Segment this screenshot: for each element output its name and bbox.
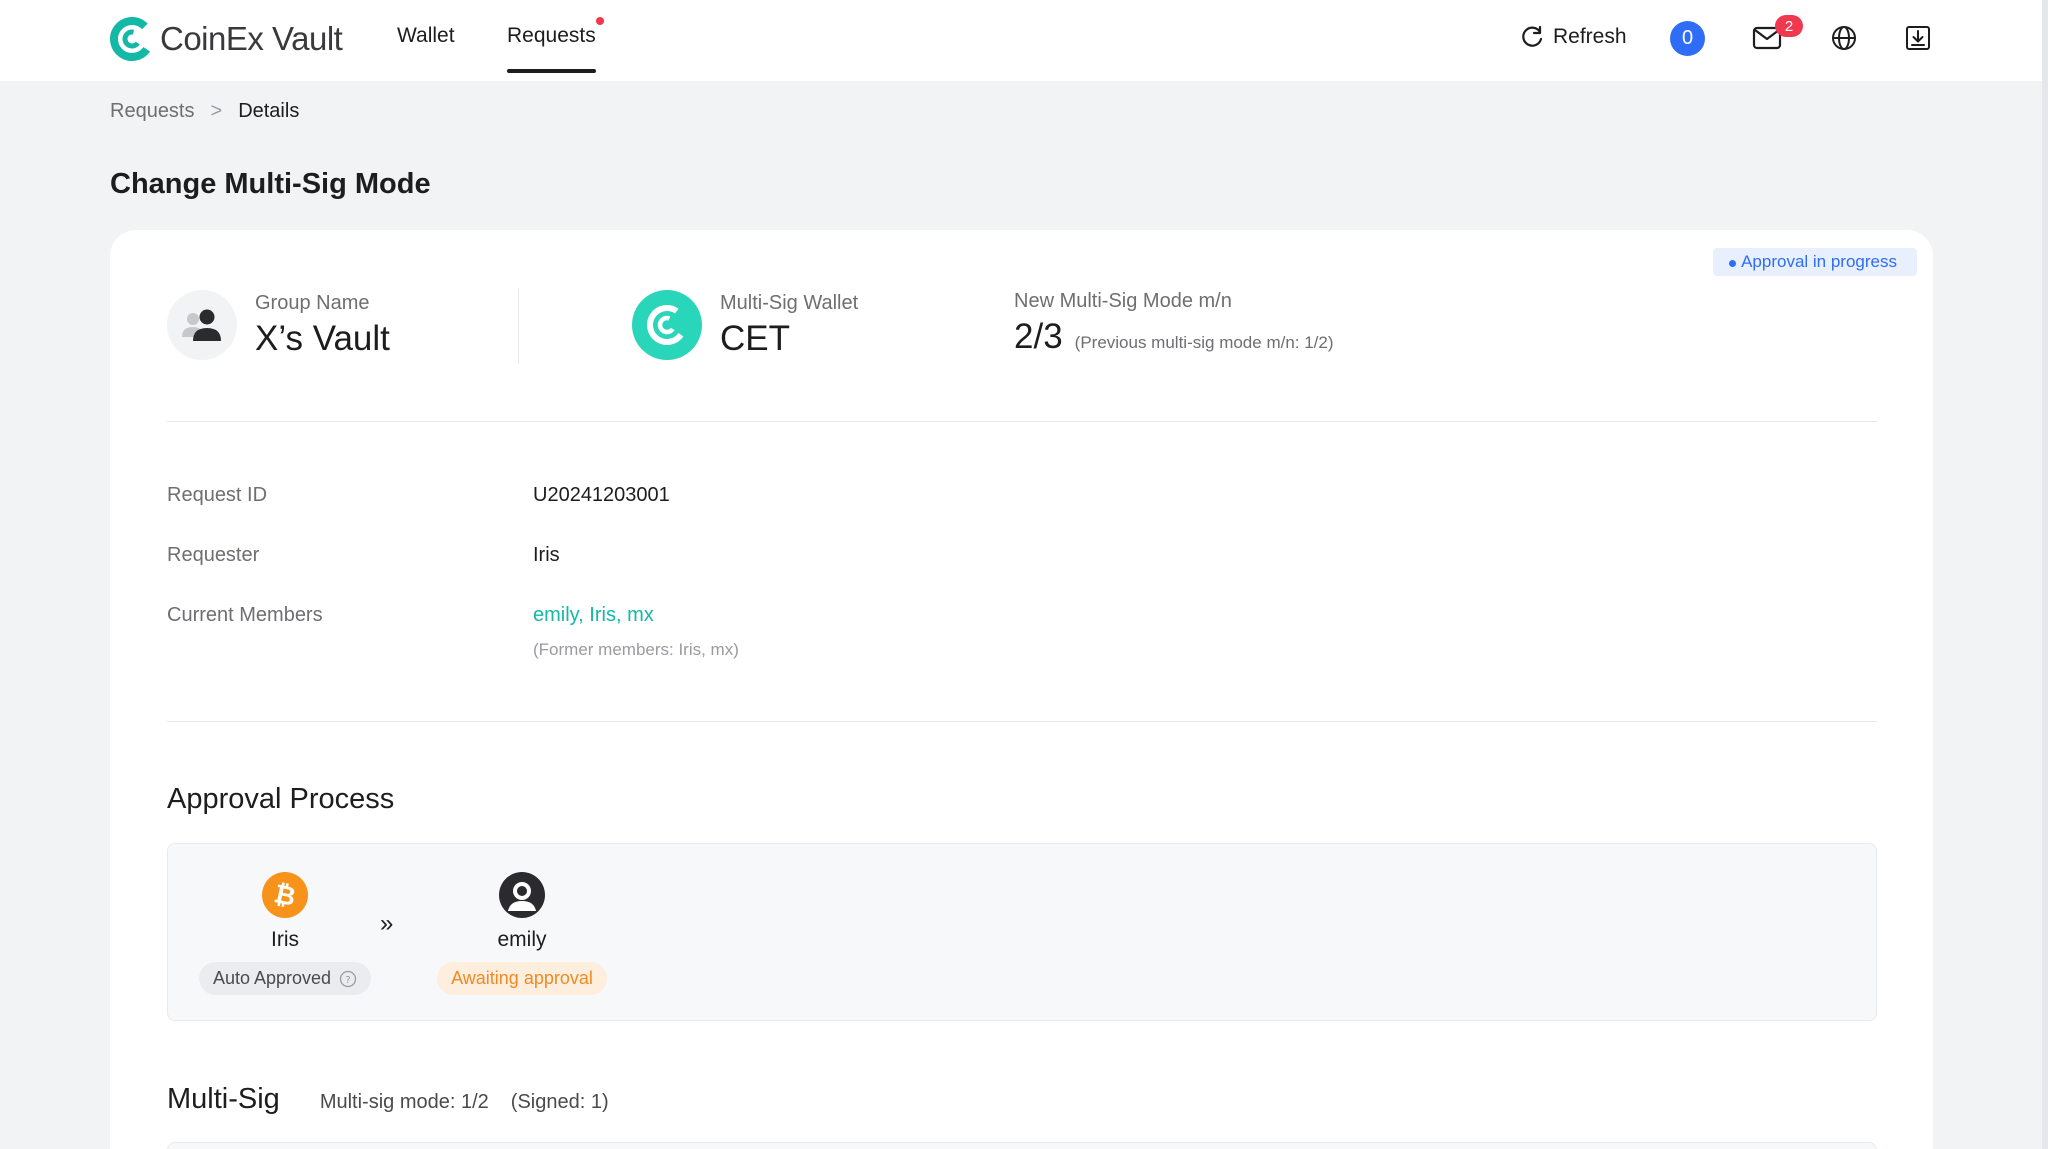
page-title: Change Multi-Sig Mode xyxy=(110,168,431,200)
top-header: CoinEx Vault Wallet Requests Refresh 0 2 xyxy=(0,0,2048,81)
mode-summary: New Multi-Sig Mode m/n 2/3 (Previous mul… xyxy=(1014,290,1334,357)
logo-text: CoinEx Vault xyxy=(160,20,343,57)
members-value[interactable]: emily, Iris, mx xyxy=(533,604,654,627)
scrollbar[interactable] xyxy=(2042,0,2048,1149)
approver-status-text: Auto Approved xyxy=(212,968,332,988)
wallet-value: CET xyxy=(720,318,790,358)
pending-count-badge[interactable]: 0 xyxy=(1670,21,1705,56)
bitcoin-avatar-icon: ₿ xyxy=(262,872,308,918)
step-arrow: » xyxy=(380,910,394,937)
group-name-value: X’s Vault xyxy=(255,318,390,358)
multisig-signed-count: (Signed: 1) xyxy=(510,1091,609,1113)
wallet-summary: Multi-Sig Wallet CET xyxy=(632,290,858,360)
approver-name: Iris xyxy=(271,928,299,951)
svg-text:?: ? xyxy=(345,975,350,986)
help-icon[interactable]: ? xyxy=(339,970,357,988)
multisig-list-box xyxy=(167,1142,1877,1149)
status-badge: Approval in progress xyxy=(1713,248,1917,276)
nav-wallet[interactable]: Wallet xyxy=(397,24,455,48)
nav-active-indicator xyxy=(507,69,596,73)
request-id-label: Request ID xyxy=(167,484,268,506)
multisig-header: Multi-Sig Multi-sig mode: 1/2 (Signed: 1… xyxy=(167,1083,609,1116)
request-id-value: U20241203001 xyxy=(533,484,670,506)
requests-notification-dot xyxy=(596,17,604,25)
approval-process-box: ₿ Iris Auto Approved ? » emily Awaiting … xyxy=(167,843,1877,1021)
mail-count-badge: 2 xyxy=(1775,15,1803,37)
wallet-label: Multi-Sig Wallet xyxy=(720,291,859,314)
new-mode-label: New Multi-Sig Mode m/n xyxy=(1014,290,1232,312)
approver-step: emily Awaiting approval xyxy=(434,872,610,995)
group-name-label: Group Name xyxy=(255,291,370,314)
breadcrumb-separator: > xyxy=(210,100,223,122)
multisig-title: Multi-Sig xyxy=(167,1083,280,1115)
approver-name: emily xyxy=(497,928,547,951)
new-mode-value: 2/3 xyxy=(1014,317,1063,356)
cet-logo-icon xyxy=(647,305,687,345)
globe-icon[interactable] xyxy=(1830,24,1858,52)
breadcrumb-current: Details xyxy=(238,100,300,122)
request-detail-card: Approval in progress Group Name X’s Vaul… xyxy=(110,230,1933,1149)
requester-label: Requester xyxy=(167,544,260,566)
breadcrumb: Requests > Details xyxy=(110,100,299,123)
multisig-mode: Multi-sig mode: 1/2 xyxy=(319,1091,489,1113)
members-label: Current Members xyxy=(167,604,323,626)
logo[interactable]: CoinEx Vault xyxy=(110,16,343,62)
approval-process-title: Approval Process xyxy=(167,783,395,815)
section-divider xyxy=(167,421,1877,422)
approver-status-badge: Auto Approved ? xyxy=(198,962,372,995)
download-icon[interactable] xyxy=(1904,24,1932,52)
refresh-button[interactable]: Refresh xyxy=(1519,24,1627,50)
approver-step: ₿ Iris Auto Approved ? xyxy=(197,872,373,995)
group-avatar xyxy=(167,290,237,360)
refresh-label: Refresh xyxy=(1553,25,1627,48)
breadcrumb-requests[interactable]: Requests xyxy=(110,100,195,123)
approver-status-badge: Awaiting approval xyxy=(437,962,607,995)
cet-coin-icon xyxy=(632,290,702,360)
refresh-icon xyxy=(1522,25,1543,47)
group-summary: Group Name X’s Vault xyxy=(167,290,390,360)
coinex-logo-icon xyxy=(110,17,154,61)
section-divider xyxy=(167,721,1877,722)
summary-divider xyxy=(518,288,519,364)
group-users-icon xyxy=(182,309,221,341)
user-avatar-icon xyxy=(499,872,545,918)
nav-requests[interactable]: Requests xyxy=(507,24,596,48)
previous-mode-note: (Previous multi-sig mode m/n: 1/2) xyxy=(1074,333,1334,352)
former-members-note: (Former members: Iris, mx) xyxy=(533,640,739,659)
requester-value: Iris xyxy=(533,544,560,566)
